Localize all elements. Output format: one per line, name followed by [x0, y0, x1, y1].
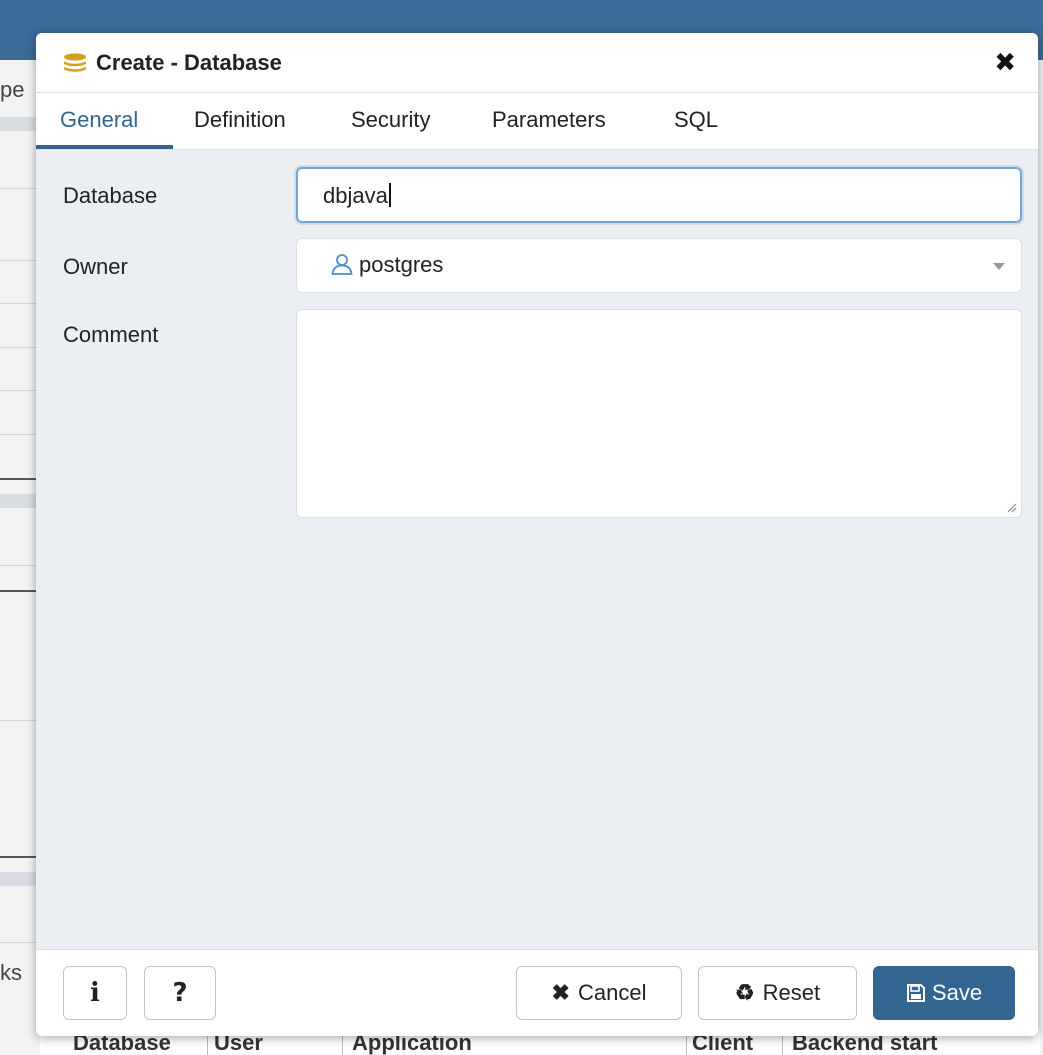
reset-button[interactable]: ♻ Reset [698, 966, 857, 1020]
database-name-value: dbjava [323, 183, 391, 209]
column-separator [342, 1034, 343, 1055]
close-icon: ✖ [551, 980, 570, 1005]
background-row-stripe [0, 117, 40, 131]
database-name-input[interactable]: dbjava [296, 167, 1022, 223]
active-tab-indicator [36, 145, 173, 149]
background-row-divider [0, 390, 40, 391]
info-button[interactable]: i [63, 966, 127, 1020]
background-row-divider [0, 565, 40, 566]
tab-sql[interactable]: SQL [674, 107, 718, 133]
info-icon: i [90, 978, 100, 1008]
cancel-button[interactable]: ✖ Cancel [516, 966, 682, 1020]
background-row-divider [0, 303, 40, 304]
close-icon[interactable]: ✖ [994, 49, 1016, 75]
database-label: Database [63, 183, 158, 208]
comment-textarea[interactable] [296, 309, 1022, 518]
reset-label: Reset [762, 980, 821, 1005]
background-row-divider [0, 942, 40, 943]
background-row-divider [0, 720, 40, 721]
comment-label: Comment [63, 322, 159, 347]
background-section-divider [0, 856, 40, 858]
background-row-divider [0, 347, 40, 348]
background-row-divider [0, 260, 40, 261]
background-row-stripe [0, 872, 40, 886]
dialog-footer: i ? ✖ Cancel ♻ Reset Save [36, 949, 1038, 1036]
resize-handle-icon[interactable] [1005, 501, 1017, 513]
user-icon [331, 254, 353, 275]
owner-value: postgres [359, 252, 444, 277]
dialog-title: Create - Database [96, 50, 282, 75]
column-separator [686, 1034, 687, 1055]
floppy-disk-icon [906, 984, 925, 1002]
background-row-stripe [0, 494, 40, 508]
owner-label: Owner [63, 254, 128, 279]
tab-definition[interactable]: Definition [194, 107, 286, 133]
tab-security[interactable]: Security [351, 107, 430, 133]
background-text-fragment: ks [0, 960, 22, 985]
cancel-label: Cancel [577, 980, 647, 1005]
create-database-dialog: Create - Database ✖ General Definition S… [36, 33, 1038, 1036]
background-row-divider [0, 188, 40, 189]
background-section-divider [0, 478, 40, 480]
recycle-icon: ♻ [734, 980, 755, 1005]
text-caret [388, 183, 391, 207]
chevron-down-icon[interactable] [993, 263, 1005, 270]
background-text-fragment: pe [0, 77, 25, 102]
tab-general[interactable]: General [60, 107, 138, 133]
save-button[interactable]: Save [873, 966, 1015, 1020]
background-row-divider [0, 434, 40, 435]
help-icon: ? [172, 978, 188, 1008]
owner-select[interactable]: postgres [296, 238, 1022, 293]
tab-parameters[interactable]: Parameters [492, 107, 606, 133]
save-label: Save [931, 980, 983, 1005]
background-section-divider [0, 590, 40, 592]
column-separator [782, 1034, 783, 1055]
help-button[interactable]: ? [144, 966, 216, 1020]
tab-bar: General Definition Security Parameters S… [36, 93, 1038, 150]
column-separator [207, 1034, 208, 1055]
dialog-header[interactable]: Create - Database ✖ [36, 33, 1038, 93]
database-icon [64, 53, 86, 72]
